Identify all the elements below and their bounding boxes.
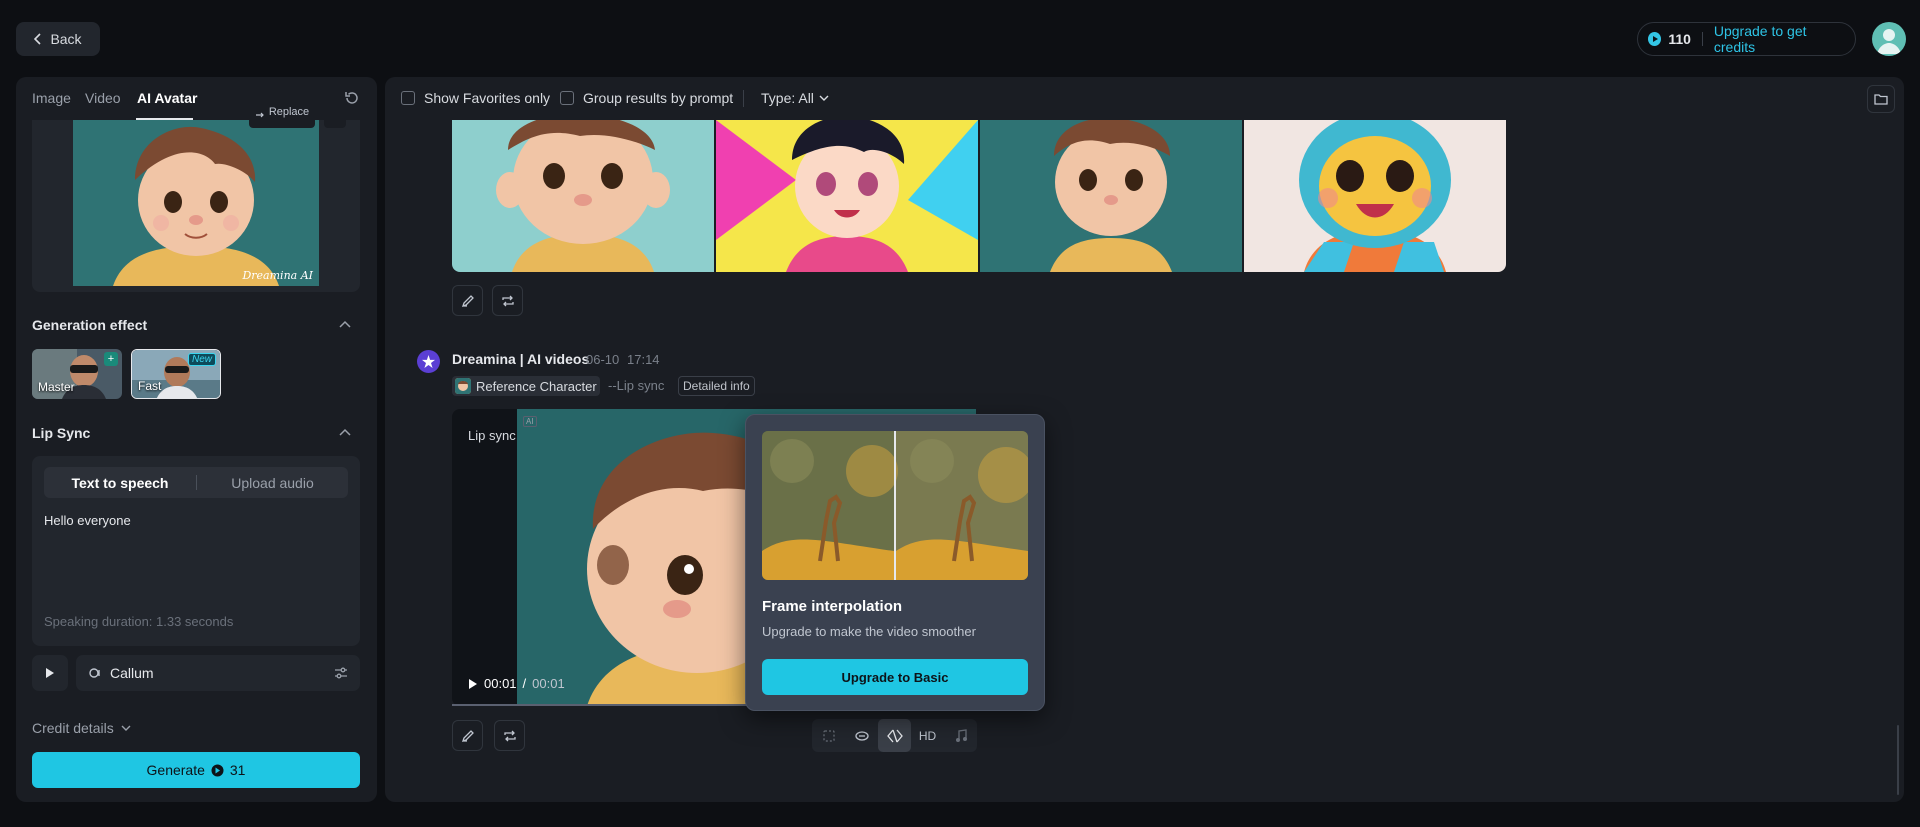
result-image-1[interactable] [452,120,714,272]
credit-details-label: Credit details [32,720,114,736]
divider [743,90,744,107]
credits-pill[interactable]: 110 Upgrade to get credits [1637,22,1856,56]
voice-name: Callum [110,665,154,681]
edit-button[interactable] [452,720,483,751]
popup-title: Frame interpolation [762,598,903,615]
folder-button[interactable] [1867,85,1895,113]
scrollbar[interactable] [1897,725,1899,795]
effect-option-master[interactable]: + Master [32,349,122,399]
result-date: 06-10 [586,352,620,367]
frame-interpolation-preview [762,431,1028,580]
current-time: 00:01 [484,676,517,691]
popup-description: Upgrade to make the video smoother [762,624,976,639]
regenerate-button[interactable] [492,285,523,316]
watermark: Dreamina AI [242,269,313,282]
upgrade-credits-link[interactable]: Upgrade to get credits [1714,23,1845,55]
time-separator: / [522,676,527,691]
tab-video[interactable]: Video [85,90,121,106]
mode-tag: --Lip sync [608,378,665,393]
music-icon[interactable] [944,719,977,752]
pencil-icon [461,294,475,308]
chevron-up-icon[interactable] [339,320,351,328]
text-to-speech-tab[interactable]: Text to speech [44,467,196,498]
reference-character-card: Dreamina AI Replace [32,106,360,292]
result-image-2[interactable] [716,120,978,272]
reference-character-image: Dreamina AI [73,120,319,286]
generate-label: Generate [146,762,205,778]
type-filter-label: Type: All [761,90,814,106]
frame-interpolation-icon[interactable] [878,719,911,752]
result-time: 17:14 [627,352,660,367]
result-image-3[interactable] [980,120,1242,272]
settings-sliders-icon[interactable] [334,667,348,679]
loop-icon[interactable] [845,719,878,752]
tab-ai-avatar[interactable]: AI Avatar [137,90,197,106]
generation-effect-title: Generation effect [32,317,148,333]
voice-icon [88,666,102,680]
chevron-up-icon[interactable] [339,428,351,436]
delete-reference-button[interactable] [324,106,346,128]
show-favorites-checkbox[interactable] [401,91,415,105]
credit-details-toggle[interactable]: Credit details [32,720,131,736]
video-label: Lip sync [468,428,516,443]
reference-character-tag[interactable]: Reference Character [452,376,600,396]
generate-cost: 31 [229,762,246,778]
regenerate-button[interactable] [494,720,525,751]
speaking-duration: Speaking duration: 1.33 seconds [44,614,234,629]
effect-option-fast[interactable]: New Fast [131,349,221,399]
back-label: Back [50,31,82,47]
duration: 00:01 [532,676,565,691]
effect-badge: + [104,352,118,366]
video-tool-group: HD [812,719,977,752]
refresh-icon[interactable] [344,90,360,106]
replace-button[interactable]: Replace [249,106,315,128]
chevron-down-icon [121,725,131,732]
detailed-info-button[interactable]: Detailed info [678,376,755,396]
upload-audio-tab[interactable]: Upload audio [197,467,348,498]
divider [1701,32,1703,46]
reference-tag-label: Reference Character [476,378,597,394]
upgrade-to-basic-button[interactable]: Upgrade to Basic [762,659,1028,695]
play-icon [45,667,55,679]
result-author: Dreamina | AI videos [452,351,590,367]
group-by-prompt-checkbox[interactable] [560,91,574,105]
credit-coin-icon [1648,32,1662,46]
type-filter-dropdown[interactable]: Type: All [761,90,829,106]
pencil-icon [461,729,475,743]
lip-sync-title: Lip Sync [32,425,91,441]
effect-label: Master [38,380,75,394]
video-controls: 00:01 / 00:01 [468,676,565,691]
lip-sync-source-switch: Text to speech Upload audio [44,467,348,498]
back-button[interactable]: Back [16,22,100,56]
voice-preview-button[interactable] [32,655,68,691]
hd-upscale-button[interactable]: HD [911,719,944,752]
tab-image[interactable]: Image [32,90,71,106]
dreamina-logo-icon [417,350,440,373]
repeat-icon [503,729,517,743]
chevron-down-icon [819,95,829,102]
ai-mark: AI [523,416,537,427]
result-image-4[interactable] [1244,120,1506,272]
chevron-left-icon [34,33,42,45]
generate-button[interactable]: Generate 31 [32,752,360,788]
speech-text-input[interactable]: Hello everyone [44,513,131,528]
play-icon[interactable] [468,678,478,690]
user-avatar[interactable] [1872,22,1906,56]
reference-thumbnail [455,378,471,394]
show-favorites-label[interactable]: Show Favorites only [424,90,550,106]
folder-icon [1874,93,1888,105]
repeat-icon [501,294,515,308]
credit-coin-icon [211,764,224,777]
group-by-prompt-label[interactable]: Group results by prompt [583,90,733,106]
voice-select[interactable]: Callum [76,655,360,691]
replace-icon [255,112,265,122]
effect-badge-new: New [187,353,216,366]
extend-icon[interactable] [812,719,845,752]
edit-button[interactable] [452,285,483,316]
credit-balance: 110 [1668,31,1691,47]
effect-label: Fast [138,379,162,393]
